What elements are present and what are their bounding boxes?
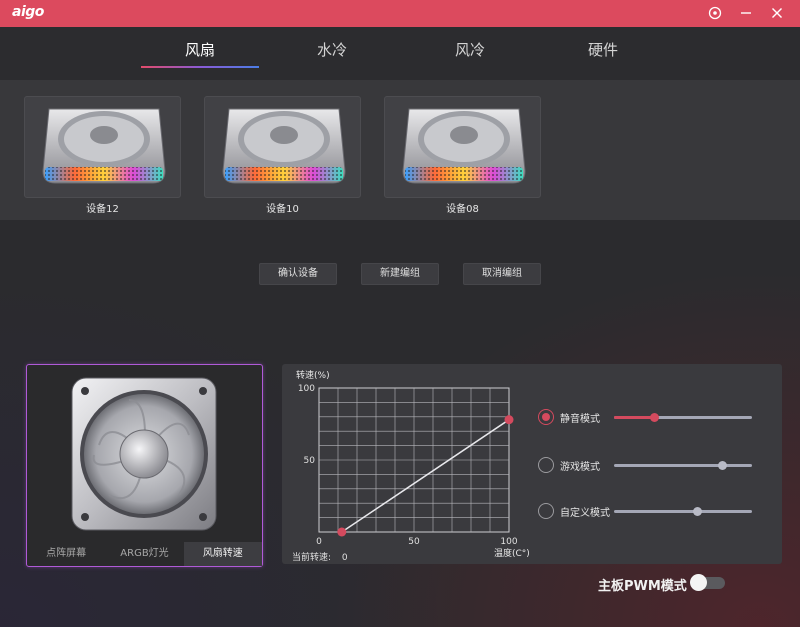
device-card[interactable]: [24, 96, 181, 198]
tab-fan[interactable]: 风扇: [140, 39, 260, 69]
fan-device-icon: [402, 108, 526, 184]
mode-label: 游戏模式: [560, 462, 600, 473]
settings-icon[interactable]: [704, 3, 726, 23]
current-speed-readout: 当前转速: 0: [292, 550, 348, 563]
device-card[interactable]: [204, 96, 361, 198]
current-speed-value: 0: [341, 553, 348, 563]
main-tabs: 风扇 水冷 风冷 硬件: [0, 27, 800, 80]
device-label: 设备10: [266, 204, 299, 215]
device-label: 设备08: [446, 204, 479, 215]
app-window: aigo 风扇 水冷 风冷 硬件 设备12 设备10 设备08 确认设备 新建编…: [0, 0, 800, 627]
y-tick-label: 50: [304, 456, 316, 466]
pwm-mode-toggle[interactable]: [690, 574, 725, 591]
y-tick-label: 100: [298, 384, 315, 394]
fan-preview-panel: 点阵屏幕 ARGB灯光 风扇转速: [26, 364, 263, 567]
tab-water-cooling[interactable]: 水冷: [272, 39, 392, 69]
cancel-group-button[interactable]: 取消编组: [463, 263, 541, 285]
fan-curve-panel: 转速(%) 温度(C°) 0 50 100 50 100 当前转速: 0 静音模式 游戏…: [282, 364, 782, 564]
fan-preview-image: [71, 377, 217, 531]
title-bar: aigo: [0, 0, 800, 27]
x-tick-label: 50: [408, 537, 420, 547]
tab-hardware[interactable]: 硬件: [543, 39, 663, 69]
curve-control-point: [337, 527, 347, 537]
current-speed-label: 当前转速:: [292, 553, 332, 563]
x-tick-label: 100: [500, 537, 517, 547]
device-label: 设备12: [86, 204, 119, 215]
mode-custom: 自定义模式: [538, 502, 768, 522]
mode-label: 静音模式: [560, 414, 600, 425]
game-mode-slider[interactable]: [614, 461, 752, 470]
active-tab-indicator: [141, 66, 259, 68]
custom-mode-slider[interactable]: [614, 507, 752, 516]
new-group-button[interactable]: 新建编组: [361, 263, 439, 285]
device-list: 设备12 设备10 设备08: [0, 80, 800, 220]
x-tick-label: 0: [316, 537, 322, 547]
tab-fan-speed[interactable]: 风扇转速: [183, 542, 262, 566]
radio-game-mode[interactable]: [538, 457, 554, 473]
curve-control-point: [504, 415, 514, 425]
device-card[interactable]: [384, 96, 541, 198]
confirm-device-button[interactable]: 确认设备: [259, 263, 337, 285]
x-axis-label: 温度(C°): [494, 547, 530, 559]
tab-air-cooling[interactable]: 风冷: [410, 39, 530, 69]
radio-custom-mode[interactable]: [538, 503, 554, 519]
fan-device-icon: [42, 108, 166, 184]
fan-panel-tabs: 点阵屏幕 ARGB灯光 风扇转速: [27, 542, 262, 566]
tab-argb-lighting[interactable]: ARGB灯光: [105, 542, 183, 566]
mode-label: 自定义模式: [560, 508, 610, 519]
mode-silent: 静音模式: [538, 408, 768, 428]
aigo-logo: aigo: [12, 4, 44, 20]
fan-curve-chart[interactable]: 转速(%) 温度(C°) 0 50 100 50 100: [282, 364, 532, 564]
mode-game: 游戏模式: [538, 456, 768, 476]
pwm-mode-label: 主板PWM模式: [598, 579, 687, 594]
toggle-knob: [690, 574, 707, 591]
silent-mode-slider[interactable]: [614, 413, 752, 422]
close-icon[interactable]: [766, 3, 788, 23]
y-axis-label: 转速(%): [296, 369, 330, 381]
fan-device-icon: [222, 108, 346, 184]
radio-silent-mode[interactable]: [538, 409, 554, 425]
minimize-icon[interactable]: [735, 3, 757, 23]
tab-dot-matrix-screen[interactable]: 点阵屏幕: [27, 542, 105, 566]
